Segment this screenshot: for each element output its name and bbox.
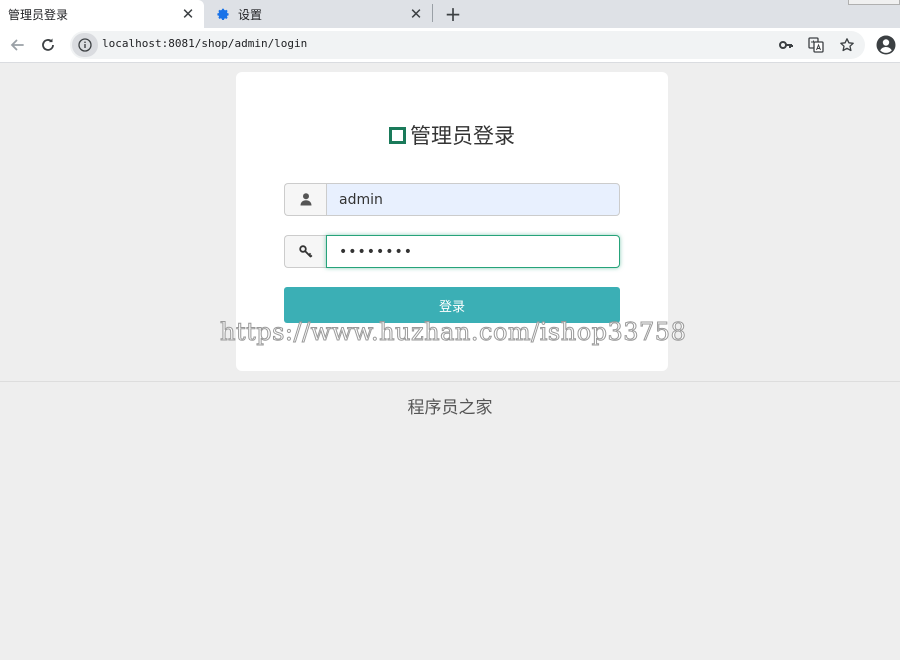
tab-admin-login[interactable]: 管理员登录 ✕ bbox=[0, 0, 204, 28]
back-button[interactable] bbox=[6, 34, 28, 56]
page-title-text: 管理员登录 bbox=[410, 124, 515, 148]
footer-divider bbox=[0, 381, 900, 382]
tab-title: 管理员登录 bbox=[8, 7, 69, 22]
new-tab-button[interactable]: + bbox=[442, 2, 464, 26]
watermark: https://www.huzhan.com/ishop33758 bbox=[219, 318, 687, 347]
tab-settings[interactable]: 设置 ✕ bbox=[206, 0, 432, 28]
square-icon bbox=[389, 126, 406, 144]
address-bar[interactable]: localhost:8081/shop/admin/login bbox=[70, 31, 865, 59]
gear-icon bbox=[217, 8, 229, 20]
username-input[interactable] bbox=[326, 183, 620, 216]
reload-button[interactable] bbox=[37, 34, 59, 56]
url-text[interactable]: localhost:8081/shop/admin/login bbox=[102, 37, 307, 50]
username-group bbox=[284, 183, 620, 216]
tab-separator bbox=[432, 4, 433, 22]
footer-text: 程序员之家 bbox=[407, 398, 493, 418]
key-icon bbox=[284, 235, 326, 268]
close-icon[interactable]: ✕ bbox=[178, 4, 198, 24]
profile-avatar-icon[interactable] bbox=[875, 34, 897, 56]
password-group bbox=[284, 235, 620, 268]
tab-title: 设置 bbox=[238, 7, 263, 22]
user-icon bbox=[284, 183, 326, 216]
page-title: 管理员登录 bbox=[236, 120, 668, 150]
translate-icon[interactable] bbox=[806, 35, 826, 55]
arrow-left-icon bbox=[10, 39, 24, 51]
window-controls[interactable] bbox=[848, 0, 900, 5]
tab-strip: 管理员登录 ✕ 设置 ✕ + bbox=[0, 0, 900, 28]
password-input[interactable] bbox=[326, 235, 620, 268]
close-icon[interactable]: ✕ bbox=[406, 4, 426, 24]
key-icon[interactable] bbox=[776, 35, 796, 55]
star-icon[interactable] bbox=[837, 35, 857, 55]
info-icon[interactable] bbox=[72, 33, 98, 57]
browser-toolbar: localhost:8081/shop/admin/login bbox=[0, 28, 900, 63]
reload-icon bbox=[42, 38, 54, 51]
